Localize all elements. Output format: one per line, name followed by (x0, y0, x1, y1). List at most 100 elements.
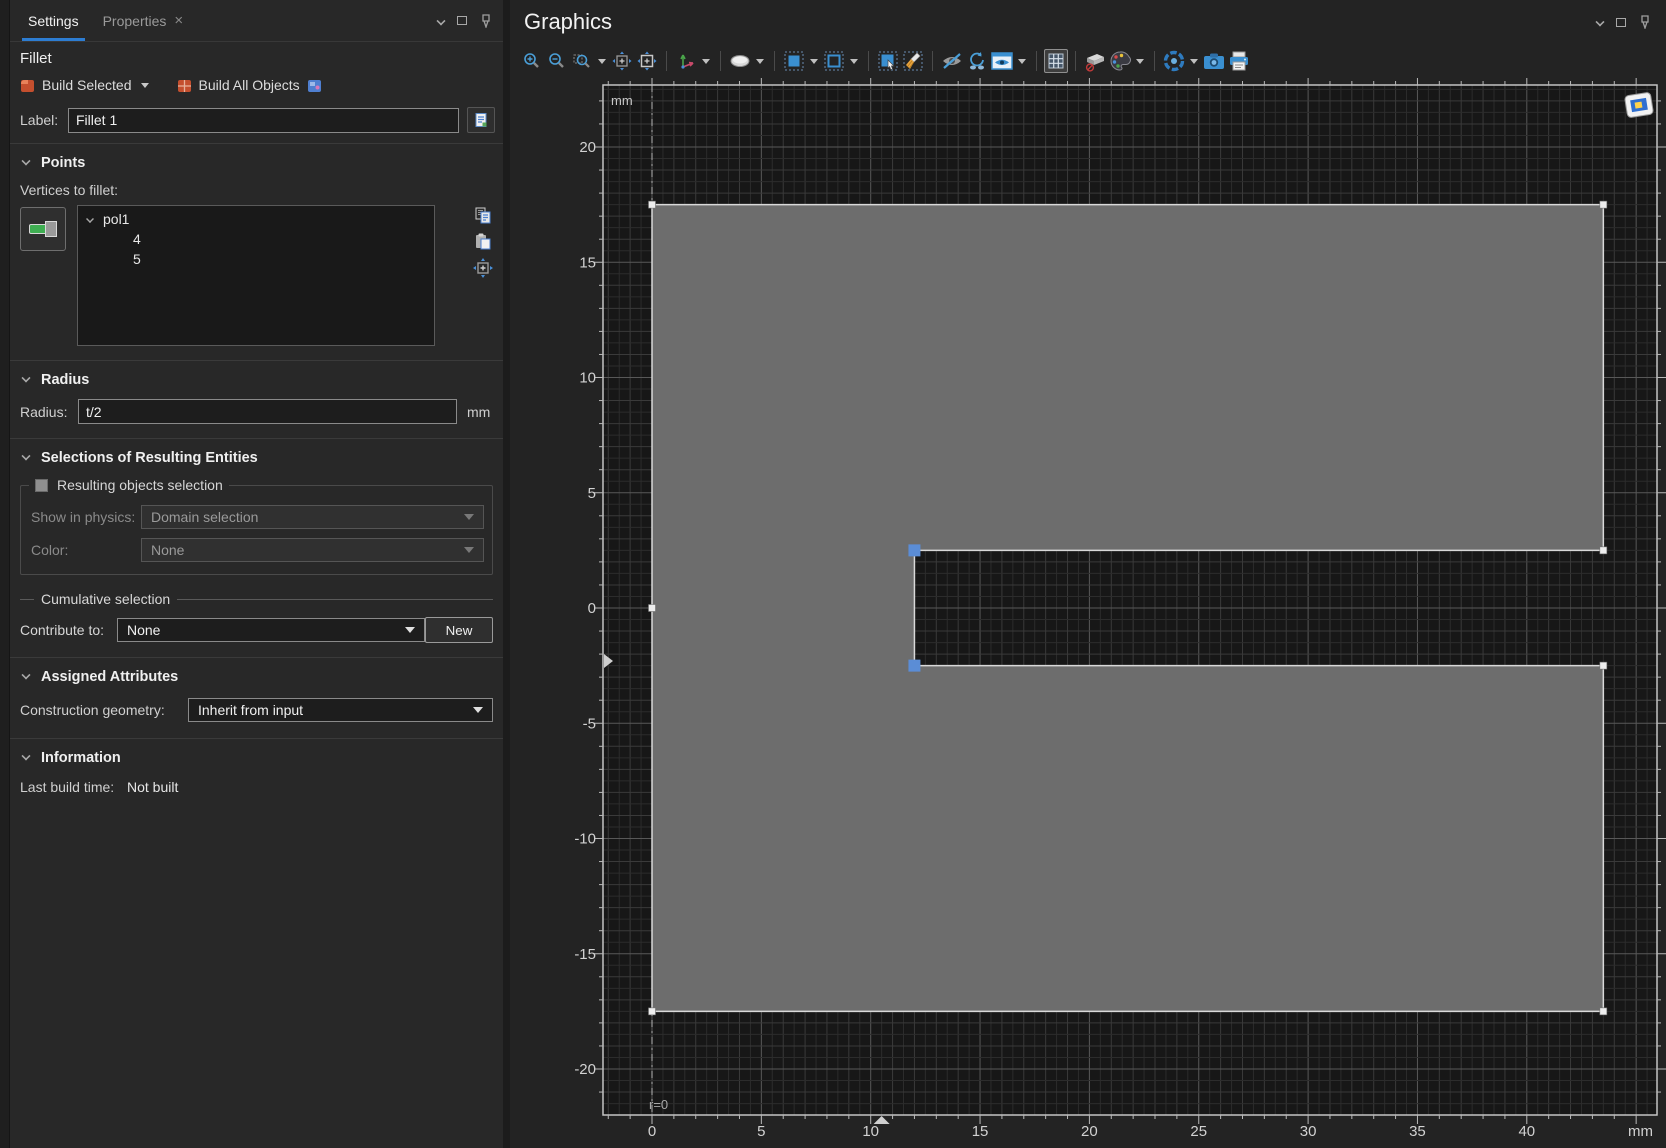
selected-vertex-handle[interactable] (908, 660, 920, 672)
zoom-to-selection-icon (472, 257, 494, 279)
symmetry-axis-label: r=0 (649, 1097, 668, 1112)
section-radius-header[interactable]: Radius (10, 361, 503, 395)
rename-button[interactable] (467, 107, 495, 133)
view-orientation-dropdown-icon[interactable] (702, 59, 710, 64)
axes-icon (675, 51, 697, 71)
select-domains-button[interactable] (782, 49, 806, 73)
construction-geometry-row: Construction geometry: Inherit from inpu… (10, 692, 503, 738)
collapse-chevron-icon (21, 156, 30, 165)
zoom-box-dropdown-icon[interactable] (598, 59, 606, 64)
vertex-handle[interactable] (649, 201, 656, 208)
collapse-chevron-icon (21, 373, 30, 382)
vertex-handle[interactable] (1600, 547, 1607, 554)
new-button[interactable]: New (425, 617, 493, 643)
vertices-list[interactable]: pol1 4 5 (77, 205, 435, 346)
section-information-header[interactable]: Information (10, 739, 503, 773)
scene-light-dropdown-icon[interactable] (1190, 59, 1198, 64)
print-button[interactable] (1227, 49, 1251, 73)
pin-icon[interactable] (479, 14, 491, 28)
zoom-out-icon (547, 51, 567, 71)
vertex-handle[interactable] (649, 1008, 656, 1015)
zoom-to-selection-button[interactable] (471, 257, 495, 279)
geometry-plot[interactable]: 20151050-5-10-15-200510152025303540mmmmr… (510, 78, 1666, 1148)
vertex-handle[interactable] (649, 605, 656, 612)
section-selections-header[interactable]: Selections of Resulting Entities (10, 439, 503, 473)
tree-node-pol1[interactable]: pol1 (86, 211, 434, 227)
color-row: Color: None (29, 538, 484, 562)
select-domains-dropdown-icon[interactable] (810, 59, 818, 64)
zoom-box-button[interactable] (570, 49, 594, 73)
material-rendering-button[interactable] (1083, 49, 1107, 73)
build-all-secondary-icon[interactable] (307, 78, 322, 93)
view-orientation-button[interactable] (674, 49, 698, 73)
paste-selection-button[interactable] (471, 231, 495, 253)
build-selected-dropdown-icon[interactable] (141, 83, 149, 88)
maximize-icon[interactable] (457, 16, 467, 25)
y-tick-label: -5 (583, 715, 596, 732)
tree-node-vertex-5[interactable]: 5 (86, 247, 434, 267)
x-tick-label: 35 (1409, 1123, 1426, 1140)
tree-expand-chevron-icon[interactable] (86, 215, 94, 223)
radius-input[interactable] (78, 399, 457, 424)
label-field-label: Label: (20, 112, 68, 128)
image-snapshot-button[interactable] (1202, 49, 1226, 73)
zoom-extents-button[interactable] (610, 49, 634, 73)
resulting-objects-checkbox[interactable] (35, 479, 48, 492)
y-tick-label: 15 (579, 254, 596, 271)
graphics-canvas[interactable]: 20151050-5-10-15-200510152025303540mmmmr… (510, 78, 1666, 1148)
tree-node-vertex-4[interactable]: 4 (86, 227, 434, 247)
hide-objects-button[interactable] (940, 49, 964, 73)
vertex-handle[interactable] (1600, 1008, 1607, 1015)
construction-geometry-select[interactable]: Inherit from input (188, 698, 493, 722)
cumulative-selection-header: Cumulative selection (20, 591, 493, 607)
chevron-down-icon[interactable] (436, 16, 445, 25)
selected-vertex-handle[interactable] (908, 544, 920, 556)
view-unhidden-button[interactable] (990, 49, 1014, 73)
section-points-title: Points (41, 155, 85, 171)
settings-panel: Settings Properties × Fillet Build Selec… (10, 0, 503, 1148)
default-view-button[interactable] (728, 49, 752, 73)
select-boundaries-dropdown-icon[interactable] (850, 59, 858, 64)
resulting-objects-label: Resulting objects selection (57, 477, 223, 493)
go-to-default-view-button[interactable] (1624, 92, 1653, 118)
maximize-icon[interactable] (1616, 18, 1626, 27)
select-boundaries-button[interactable] (822, 49, 846, 73)
contribute-to-select[interactable]: None (117, 618, 425, 642)
zoom-in-button[interactable] (520, 49, 544, 73)
unit-label-bottom: mm (1628, 1123, 1653, 1140)
tab-close-icon[interactable]: × (174, 12, 183, 29)
tab-properties[interactable]: Properties × (91, 0, 196, 41)
chevron-down-icon[interactable] (1595, 17, 1604, 26)
build-all-objects-button[interactable]: Build All Objects (199, 77, 300, 93)
section-points-header[interactable]: Points (10, 144, 503, 178)
graphics-toolbar (510, 44, 1666, 78)
window-eye-icon (990, 51, 1014, 71)
color-theme-dropdown-icon[interactable] (1136, 59, 1144, 64)
filled-square-icon (783, 50, 805, 72)
section-attributes-header[interactable]: Assigned Attributes (10, 658, 503, 692)
label-input[interactable] (68, 108, 459, 133)
construction-geometry-label: Construction geometry: (20, 702, 188, 718)
view-unhidden-dropdown-icon[interactable] (1018, 59, 1026, 64)
reset-hiding-button[interactable] (965, 49, 989, 73)
vertex-handle[interactable] (1600, 201, 1607, 208)
panel-splitter[interactable] (503, 0, 510, 1148)
zoom-selected-icon (636, 50, 658, 72)
zoom-to-selection-button[interactable] (635, 49, 659, 73)
zoom-out-button[interactable] (545, 49, 569, 73)
tab-settings[interactable]: Settings (16, 0, 91, 41)
pin-icon[interactable] (1638, 15, 1650, 29)
color-theme-button[interactable] (1108, 49, 1132, 73)
deselect-button[interactable] (901, 49, 925, 73)
grid-toggle-button[interactable] (1044, 49, 1068, 73)
contribute-to-label: Contribute to: (20, 622, 117, 638)
copy-selection-button[interactable] (471, 205, 495, 227)
activate-selection-toggle[interactable] (20, 207, 66, 251)
select-box-button[interactable] (876, 49, 900, 73)
scene-light-button[interactable] (1162, 49, 1186, 73)
default-view-dropdown-icon[interactable] (756, 59, 764, 64)
vertex-handle[interactable] (1600, 662, 1607, 669)
build-all-icon (177, 78, 192, 93)
document-icon (473, 112, 489, 128)
build-selected-button[interactable]: Build Selected (42, 77, 132, 93)
